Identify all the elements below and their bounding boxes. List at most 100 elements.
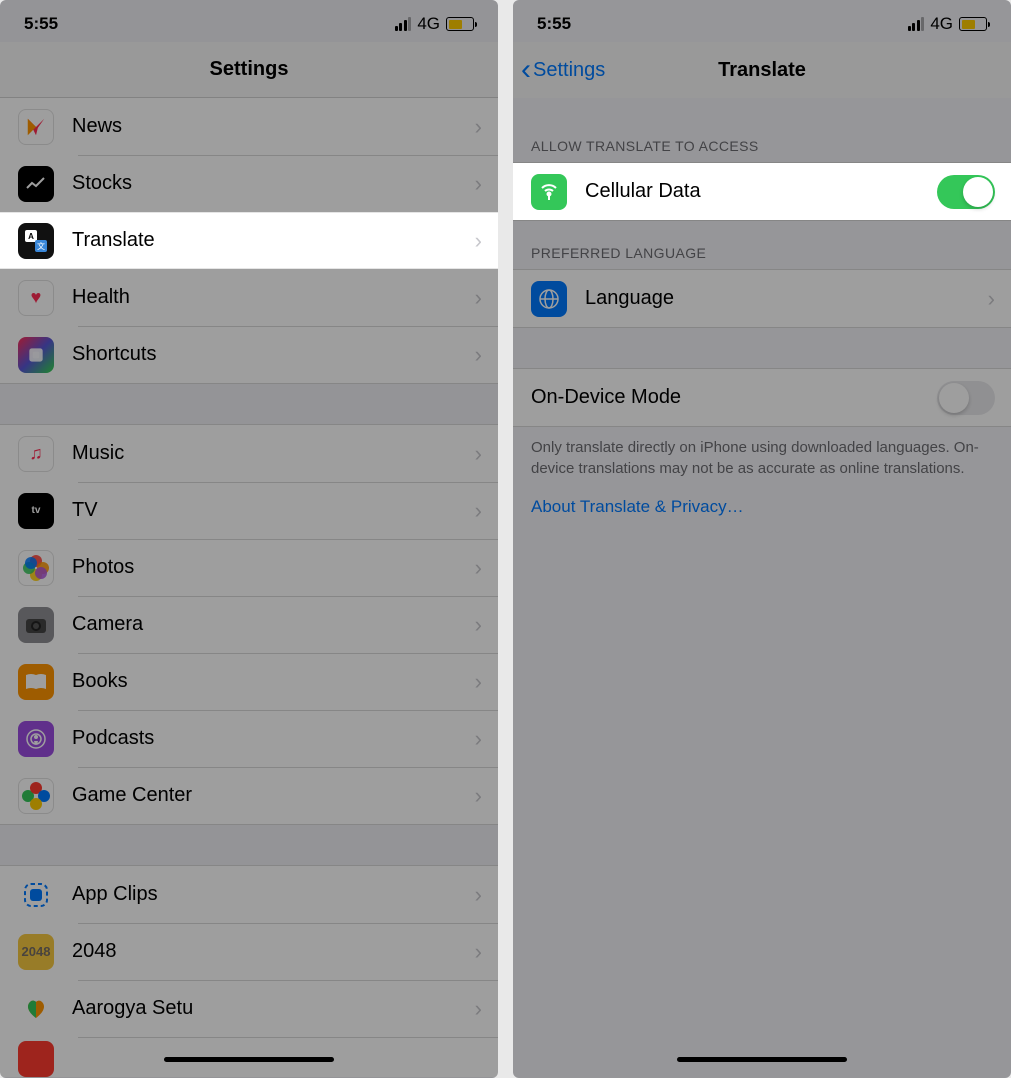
chevron-right-icon: ›: [475, 669, 482, 695]
photos-icon: [18, 550, 54, 586]
translate-content[interactable]: ALLOW TRANSLATE TO ACCESS Cellular Data …: [513, 98, 1011, 1078]
chevron-right-icon: ›: [475, 939, 482, 965]
row-label: Podcasts: [72, 727, 475, 750]
row-label: Health: [72, 286, 475, 309]
row-label: Stocks: [72, 172, 475, 195]
settings-row-health[interactable]: ♥ Health ›: [0, 269, 498, 326]
books-icon: [18, 664, 54, 700]
app-icon: [18, 1041, 54, 1077]
battery-icon: [446, 17, 474, 31]
settings-row-aarogya[interactable]: Aarogya Setu ›: [0, 980, 498, 1037]
settings-group: App Clips › 2048 2048 › Aarogya Setu ›: [0, 865, 498, 1077]
ondevice-toggle[interactable]: [937, 381, 995, 415]
svg-text:A: A: [28, 232, 34, 241]
row-label: App Clips: [72, 883, 475, 906]
section-header: ALLOW TRANSLATE TO ACCESS: [513, 98, 1011, 162]
settings-row-podcasts[interactable]: Podcasts ›: [0, 710, 498, 767]
news-icon: [18, 109, 54, 145]
section-ondevice: On-Device Mode: [513, 368, 1011, 427]
row-label: Music: [72, 442, 475, 465]
chevron-right-icon: ›: [475, 612, 482, 638]
chevron-right-icon: ›: [475, 441, 482, 467]
settings-row-music[interactable]: ♫ Music ›: [0, 425, 498, 482]
row-label: News: [72, 115, 475, 138]
row-label: Camera: [72, 613, 475, 636]
row-label: On-Device Mode: [531, 386, 937, 409]
nav-bar: ‹ Settings Translate: [513, 42, 1011, 98]
chevron-right-icon: ›: [475, 228, 482, 254]
chevron-right-icon: ›: [475, 555, 482, 581]
shortcuts-icon: [18, 337, 54, 373]
translate-settings-screen: 5:55 4G ‹ Settings Translate ALLOW TRANS…: [513, 0, 1011, 1078]
chevron-right-icon: ›: [475, 342, 482, 368]
tv-icon: tv: [18, 493, 54, 529]
home-indicator-icon: [164, 1057, 334, 1062]
settings-row-news[interactable]: News ›: [0, 98, 498, 155]
app-2048-icon: 2048: [18, 934, 54, 970]
chevron-right-icon: ›: [475, 996, 482, 1022]
settings-row-tv[interactable]: tv TV ›: [0, 482, 498, 539]
status-right: 4G: [908, 14, 987, 34]
row-label: Game Center: [72, 784, 475, 807]
section-access: Cellular Data: [513, 162, 1011, 221]
row-label: Aarogya Setu: [72, 997, 475, 1020]
network-label: 4G: [417, 14, 440, 34]
row-label: Books: [72, 670, 475, 693]
camera-icon: [18, 607, 54, 643]
ondevice-row[interactable]: On-Device Mode: [513, 369, 1011, 426]
chevron-right-icon: ›: [475, 783, 482, 809]
settings-row-stocks[interactable]: Stocks ›: [0, 155, 498, 212]
about-privacy-link[interactable]: About Translate & Privacy…: [513, 483, 1011, 531]
settings-row-gamecenter[interactable]: Game Center ›: [0, 767, 498, 824]
appclips-icon: [18, 877, 54, 913]
home-indicator-icon: [677, 1057, 847, 1062]
settings-group: ♫ Music › tv TV ›: [0, 424, 498, 825]
settings-row-books[interactable]: Books ›: [0, 653, 498, 710]
row-label: Photos: [72, 556, 475, 579]
back-label: Settings: [533, 59, 605, 82]
row-label: Translate: [72, 229, 475, 252]
settings-row-camera[interactable]: Camera ›: [0, 596, 498, 653]
row-label: Shortcuts: [72, 343, 475, 366]
podcasts-icon: [18, 721, 54, 757]
settings-row-shortcuts[interactable]: Shortcuts ›: [0, 326, 498, 383]
cellular-icon: [531, 174, 567, 210]
cellular-data-row[interactable]: Cellular Data: [513, 163, 1011, 220]
section-language: Language ›: [513, 269, 1011, 328]
settings-list[interactable]: News › Stocks › A文 Translate › ♥ Health: [0, 98, 498, 1078]
network-label: 4G: [930, 14, 953, 34]
row-label: 2048: [72, 940, 475, 963]
settings-row-photos[interactable]: Photos ›: [0, 539, 498, 596]
nav-bar: Settings: [0, 42, 498, 98]
svg-text:文: 文: [37, 241, 45, 251]
row-label: Language: [585, 287, 988, 310]
health-icon: ♥: [18, 280, 54, 316]
settings-row-2048[interactable]: 2048 2048 ›: [0, 923, 498, 980]
aarogya-icon: [18, 991, 54, 1027]
settings-screen: 5:55 4G Settings News › Stocks: [0, 0, 498, 1078]
status-time: 5:55: [537, 14, 571, 34]
settings-row-translate[interactable]: A文 Translate ›: [0, 212, 498, 269]
language-row[interactable]: Language ›: [513, 270, 1011, 327]
chevron-left-icon: ‹: [521, 55, 531, 85]
chevron-right-icon: ›: [475, 882, 482, 908]
chevron-right-icon: ›: [475, 726, 482, 752]
section-header: PREFERRED LANGUAGE: [513, 221, 1011, 269]
gamecenter-icon: [18, 778, 54, 814]
chevron-right-icon: ›: [475, 498, 482, 524]
row-label: TV: [72, 499, 475, 522]
signal-icon: [908, 17, 925, 31]
status-bar: 5:55 4G: [513, 6, 1011, 42]
footer-text: Only translate directly on iPhone using …: [513, 427, 1011, 483]
cellular-toggle[interactable]: [937, 175, 995, 209]
page-title: Translate: [718, 59, 806, 82]
music-icon: ♫: [18, 436, 54, 472]
globe-icon: [531, 281, 567, 317]
status-time: 5:55: [24, 14, 58, 34]
chevron-right-icon: ›: [475, 171, 482, 197]
settings-row-appclips[interactable]: App Clips ›: [0, 866, 498, 923]
status-bar: 5:55 4G: [0, 6, 498, 42]
chevron-right-icon: ›: [475, 114, 482, 140]
signal-icon: [395, 17, 412, 31]
back-button[interactable]: ‹ Settings: [521, 42, 605, 98]
